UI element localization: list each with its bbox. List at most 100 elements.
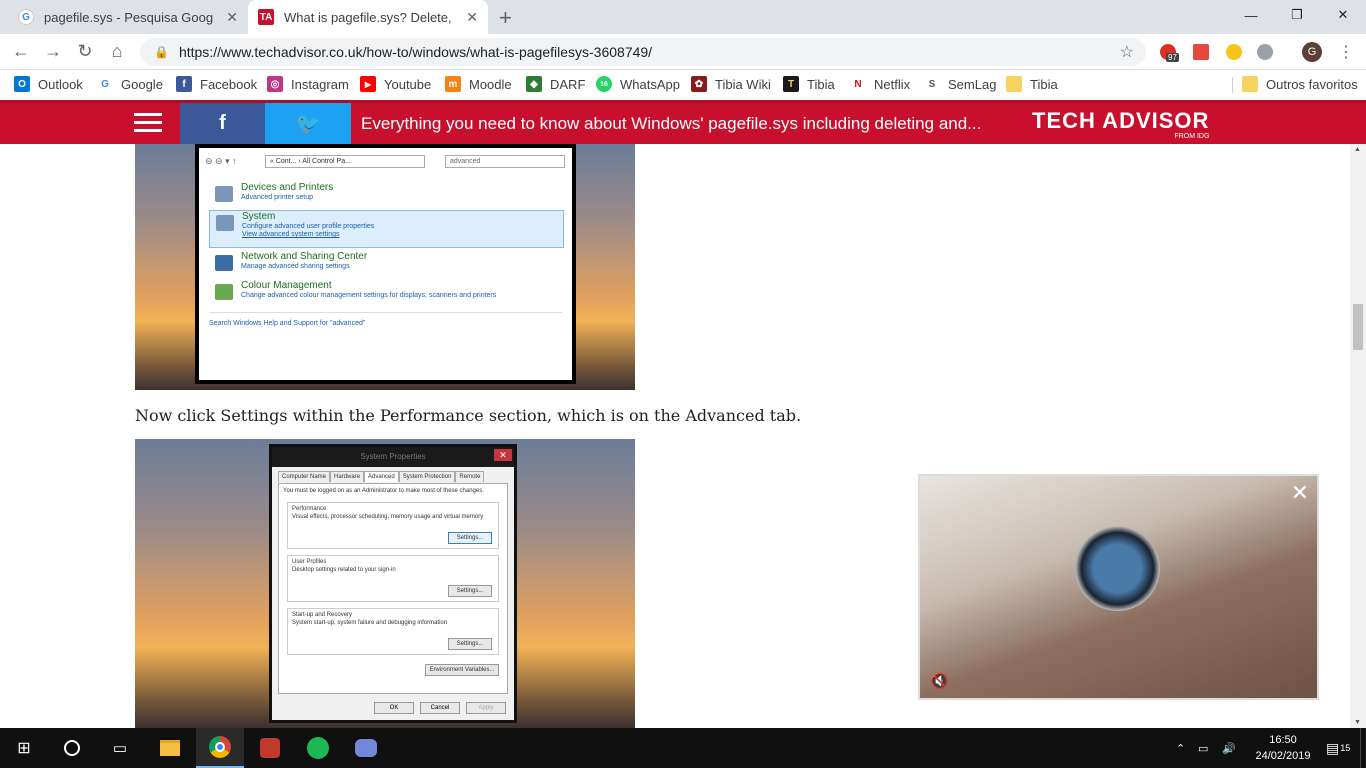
- minimize-button[interactable]: —: [1228, 0, 1274, 30]
- facebook-share-button[interactable]: f: [180, 103, 265, 144]
- sp-group-desc: Visual effects, processor scheduling, me…: [292, 514, 484, 520]
- bulb-extension-icon[interactable]: [1226, 44, 1242, 60]
- techadvisor-logo[interactable]: TECH ADVISOR FROM IDG: [1032, 108, 1209, 140]
- office-extension-icon[interactable]: [1193, 44, 1209, 60]
- semlag-icon: S: [924, 76, 940, 92]
- sp-tab: Computer Name: [278, 471, 331, 482]
- page-scrollbar[interactable]: ▲ ▼: [1350, 144, 1366, 728]
- action-center-button[interactable]: ▤ 15: [1326, 728, 1350, 768]
- sp-tab: Remote: [455, 471, 485, 482]
- facebook-icon: f: [219, 112, 226, 134]
- search-button[interactable]: [48, 728, 96, 768]
- bookmark-instagram[interactable]: ◎ Instagram: [267, 76, 349, 92]
- cp-item-title: Network and Sharing Center: [241, 251, 368, 262]
- cp-item-selected: System Configure advanced user profile pr…: [209, 210, 564, 248]
- windows-taskbar: ⊞ ▭ ⌃ ▭ 🔊 16:50 24/02/2019 ▤ 15: [0, 728, 1366, 768]
- bookmark-label: Youtube: [384, 76, 432, 92]
- tray-chevron-icon[interactable]: ⌃: [1176, 728, 1185, 768]
- address-bar[interactable]: 🔒 https://www.techadvisor.co.uk/how-to/w…: [140, 38, 1146, 66]
- bookmark-facebook[interactable]: f Facebook: [176, 76, 257, 92]
- taskbar-game[interactable]: [246, 728, 294, 768]
- bookmark-tibia-folder[interactable]: Tibia: [1006, 76, 1058, 92]
- darf-icon: ◆: [526, 76, 542, 92]
- bookmark-moodle[interactable]: m Moodle: [445, 76, 512, 92]
- start-button[interactable]: ⊞: [0, 728, 48, 768]
- sp-settings-button: Settings...: [448, 585, 492, 597]
- bookmark-label: Outlook: [38, 76, 83, 92]
- bookmark-tibia-wiki[interactable]: ✿ Tibia Wiki: [691, 76, 771, 92]
- taskbar-spotify[interactable]: [294, 728, 342, 768]
- whatsapp-icon: 16: [596, 76, 612, 92]
- tibia-icon: T: [783, 76, 799, 92]
- bookmark-darf[interactable]: ◆ DARF: [526, 76, 585, 92]
- tab-techadvisor[interactable]: TA What is pagefile.sys? Delete, Mov ✕: [248, 0, 488, 34]
- cp-help-link: Search Windows Help and Support for "adv…: [209, 320, 366, 327]
- techadvisor-icon: TA: [258, 9, 274, 25]
- scroll-up-icon[interactable]: ▲: [1354, 146, 1361, 153]
- sp-notice: You must be logged on as an Administrato…: [283, 488, 484, 494]
- cp-item: Colour Management Change advanced colour …: [209, 280, 564, 306]
- close-window-button[interactable]: ✕: [1320, 0, 1366, 30]
- bookmark-outlook[interactable]: O Outlook: [14, 76, 83, 92]
- sp-title: System Properties: [360, 452, 426, 461]
- chrome-icon: [209, 736, 231, 758]
- compass-extension-icon[interactable]: [1257, 44, 1273, 60]
- smartwatch-image: [1075, 526, 1160, 611]
- bookmark-semlag[interactable]: S SemLag: [924, 76, 996, 92]
- tab-google-search[interactable]: G pagefile.sys - Pesquisa Google ✕: [8, 0, 248, 34]
- printer-icon: [215, 186, 233, 202]
- sp-tab: Hardware: [330, 471, 365, 482]
- volume-icon[interactable]: 🔊: [1222, 728, 1236, 768]
- new-tab-button[interactable]: +: [499, 5, 512, 31]
- taskbar-chrome[interactable]: [196, 728, 244, 768]
- sp-group-desc: Desktop settings related to your sign-in: [292, 567, 396, 573]
- bookmark-whatsapp[interactable]: 16 WhatsApp: [596, 76, 680, 92]
- scroll-thumb[interactable]: [1353, 304, 1363, 350]
- back-icon[interactable]: ←: [10, 41, 32, 62]
- bookmark-other-favorites[interactable]: Outros favoritos: [1242, 76, 1358, 92]
- hamburger-menu-icon[interactable]: [134, 113, 162, 133]
- bookmark-google[interactable]: G Google: [97, 76, 163, 92]
- bookmark-netflix[interactable]: N Netflix: [850, 76, 910, 92]
- home-icon[interactable]: ⌂: [106, 41, 128, 62]
- forward-icon[interactable]: →: [42, 41, 64, 62]
- bookmark-label: SemLag: [948, 76, 997, 92]
- floating-video-player[interactable]: ✕ 🔇: [918, 474, 1319, 700]
- menu-kebab-icon[interactable]: ⋮: [1338, 42, 1354, 62]
- reload-icon[interactable]: ↻: [74, 41, 96, 62]
- twitter-icon: 🐦: [295, 113, 321, 135]
- youtube-icon: ▶: [360, 76, 376, 92]
- sp-tab-active: Advanced: [364, 471, 399, 482]
- system-clock[interactable]: 16:50 24/02/2019: [1248, 732, 1318, 764]
- bookmark-star-icon[interactable]: ☆: [1120, 42, 1134, 62]
- scroll-down-icon[interactable]: ▼: [1354, 719, 1361, 726]
- sp-group: Performance Visual effects, processor sch…: [287, 502, 499, 549]
- taskbar-discord[interactable]: [342, 728, 390, 768]
- sp-group-title: User Profiles: [292, 559, 327, 565]
- sp-tabs: Computer Name Hardware Advanced System P…: [278, 471, 510, 482]
- close-tab-icon[interactable]: ✕: [226, 9, 238, 26]
- extension-badge: 97: [1166, 53, 1179, 62]
- netflix-icon: N: [850, 76, 866, 92]
- sp-group-title: Performance: [292, 506, 327, 512]
- bookmark-youtube[interactable]: ▶ Youtube: [360, 76, 431, 92]
- cp-item-sub: Configure advanced user profile properti…: [242, 223, 375, 230]
- computer-icon: [216, 215, 234, 231]
- network-icon[interactable]: ▭: [1198, 728, 1208, 768]
- show-desktop-button[interactable]: [1360, 728, 1366, 768]
- cp-item-title: Devices and Printers: [241, 182, 334, 193]
- sp-group: User Profiles Desktop settings related to…: [287, 555, 499, 602]
- bookmark-tibia[interactable]: T Tibia: [783, 76, 835, 92]
- article-content: ⊖ ⊖ ▾ ↑ « Cont... › All Control Pa... ad…: [0, 144, 1350, 728]
- maximize-button[interactable]: ❐: [1274, 0, 1320, 30]
- close-tab-icon[interactable]: ✕: [466, 9, 478, 26]
- taskbar-file-explorer[interactable]: [146, 728, 194, 768]
- article-headline: Everything you need to know about Window…: [361, 114, 982, 133]
- profile-avatar[interactable]: G: [1302, 42, 1322, 62]
- task-view-button[interactable]: ▭: [96, 728, 144, 768]
- twitter-share-button[interactable]: 🐦: [265, 103, 351, 144]
- divider: [1232, 77, 1233, 93]
- video-close-icon[interactable]: ✕: [1291, 480, 1309, 506]
- bookmark-label: Tibia: [1030, 76, 1058, 92]
- mute-icon[interactable]: 🔇: [930, 672, 949, 690]
